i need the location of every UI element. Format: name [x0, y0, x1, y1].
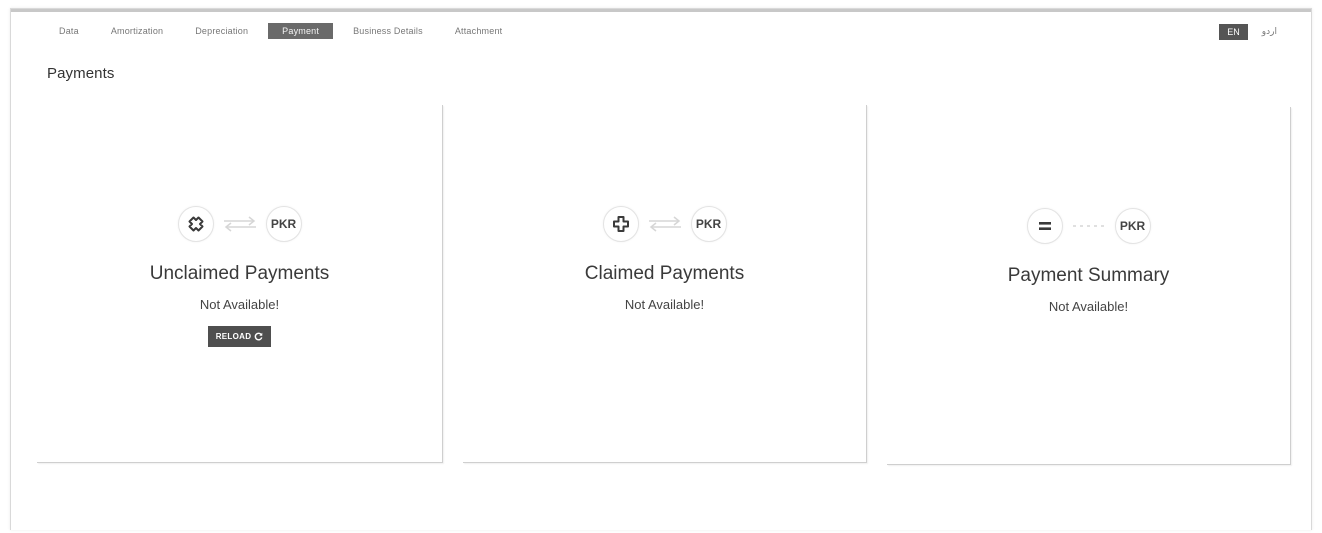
card-icon-row: PKR — [602, 205, 727, 243]
tab-depreciation[interactable]: Depreciation — [183, 23, 260, 39]
currency-badge: PKR — [1114, 208, 1151, 244]
app-window: Data Amortization Depreciation Payment B… — [10, 8, 1312, 530]
card-title: Payment Summary — [1007, 265, 1170, 286]
reload-button[interactable]: RELOAD — [207, 326, 272, 347]
top-bar: Data Amortization Depreciation Payment B… — [11, 9, 1311, 47]
card-icon-row: PKR — [177, 205, 302, 243]
exchange-arrows-icon — [223, 216, 256, 232]
language-switcher: EN اردو — [1219, 23, 1285, 40]
claimed-payments-card: PKR Claimed Payments Not Available! — [463, 105, 867, 463]
currency-badge: PKR — [265, 206, 302, 242]
page-title: Payments — [47, 65, 115, 82]
cross-circle-icon — [177, 206, 214, 242]
currency-badge: PKR — [690, 206, 727, 242]
exchange-arrows-icon — [648, 216, 681, 232]
tab-attachment[interactable]: Attachment — [443, 23, 515, 39]
equals-icon — [1026, 208, 1063, 244]
card-status: Not Available! — [624, 297, 705, 312]
language-en-button[interactable]: EN — [1219, 23, 1248, 40]
card-title: Claimed Payments — [584, 263, 745, 284]
tab-data[interactable]: Data — [47, 23, 91, 39]
refresh-icon — [254, 332, 263, 341]
dotted-line-icon — [1072, 225, 1105, 227]
plus-circle-icon — [602, 206, 639, 242]
language-urdu-button[interactable]: اردو — [1254, 23, 1285, 40]
card-title: Unclaimed Payments — [149, 263, 330, 284]
tab-amortization[interactable]: Amortization — [99, 23, 175, 39]
tab-bar: Data Amortization Depreciation Payment B… — [47, 23, 522, 39]
card-icon-row: PKR — [1026, 207, 1151, 245]
payment-summary-card: PKR Payment Summary Not Available! — [887, 107, 1291, 465]
card-status: Not Available! — [1048, 299, 1129, 314]
card-status: Not Available! — [199, 297, 280, 312]
unclaimed-payments-card: PKR Unclaimed Payments Not Available! RE… — [37, 105, 443, 463]
tab-payment[interactable]: Payment — [268, 23, 334, 39]
tab-business-details[interactable]: Business Details — [341, 23, 435, 39]
